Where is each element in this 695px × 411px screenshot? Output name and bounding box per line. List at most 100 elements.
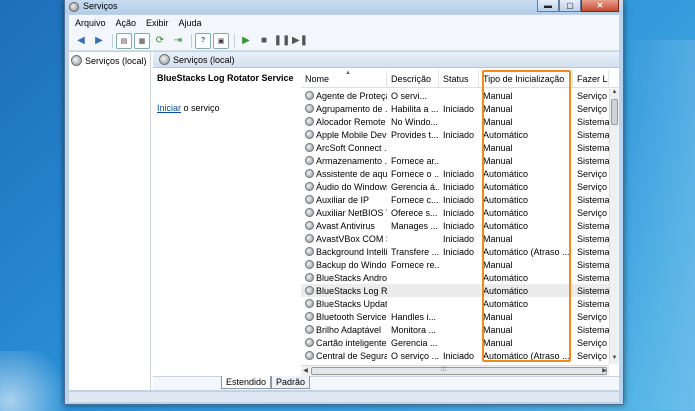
column-header-descricao[interactable]: Descrição	[387, 70, 439, 88]
service-name: Avast Antivirus	[316, 220, 375, 231]
table-row[interactable]: Bluetooth Service Handles i... Manual Servi…	[301, 310, 609, 323]
menu-ajuda[interactable]: Ajuda	[179, 18, 202, 28]
table-row[interactable]: Alocador Remote ... No Windo... Manual Sist…	[301, 115, 609, 128]
service-name-cell: Background Intelli...	[301, 247, 387, 257]
menu-acao[interactable]: Ação	[116, 18, 137, 28]
service-startup-type: Manual	[483, 324, 513, 335]
menu-arquivo[interactable]: Arquivo	[75, 18, 106, 28]
forward-arrow-icon[interactable]: ▶	[91, 33, 107, 49]
service-name: Auxiliar de IP	[316, 194, 370, 205]
help-icon[interactable]: ?	[195, 32, 211, 49]
service-gear-icon	[305, 247, 314, 256]
service-name-cell: BlueStacks Log Ro...	[301, 286, 387, 296]
services-app-icon	[69, 2, 79, 12]
tab-estendido[interactable]: Estendido	[221, 376, 272, 389]
table-row[interactable]: BlueStacks Update... Automático Sistema	[301, 297, 609, 310]
scroll-right-icon[interactable]: ▶	[600, 367, 609, 374]
table-row[interactable]: Agrupamento de ... Habilita a ... Iniciado…	[301, 102, 609, 115]
horizontal-scrollbar[interactable]: ◀ ⁞⁞⁞ ▶	[301, 365, 609, 376]
scroll-up-icon[interactable]: ▲	[610, 89, 619, 98]
show-hide-icon[interactable]: ▣	[213, 32, 229, 49]
service-name: Assistente de aqui...	[316, 168, 387, 179]
export-icon[interactable]: ⇥	[170, 33, 186, 49]
table-row[interactable]: Armazenamento ... Fornece ar... Manual Sist…	[301, 154, 609, 167]
table-row[interactable]: Central de Segura... O serviço ... Iniciad…	[301, 349, 609, 362]
title-bar[interactable]: Serviços ▬ ▢ ✕	[65, 0, 623, 14]
service-description: No Windo...	[391, 116, 439, 127]
table-row[interactable]: Brilho Adaptável Monitora ... Manual Sistem…	[301, 323, 609, 336]
pause-icon[interactable]: ❚❚	[274, 33, 291, 49]
service-status: Iniciado	[443, 129, 475, 140]
table-row[interactable]: Auxiliar de IP Fornece c... Iniciado Automá…	[301, 193, 609, 206]
service-rows: Agente de Proteçã... O servi... Manual Serv…	[301, 89, 609, 362]
service-name: Apple Mobile Devi...	[316, 129, 387, 140]
service-name-cell: Assistente de aqui...	[301, 169, 387, 179]
start-service-link[interactable]: Iniciar	[157, 103, 181, 113]
service-gear-icon	[305, 312, 314, 321]
column-header-nome[interactable]: ▲ Nome	[301, 70, 387, 88]
service-gear-icon	[305, 169, 314, 178]
view-tabs: Estendido Padrão	[153, 376, 619, 390]
column-header-status[interactable]: Status	[439, 70, 479, 88]
maximize-button[interactable]: ▢	[559, 0, 581, 12]
table-row[interactable]: Apple Mobile Devi... Provides t... Iniciad…	[301, 128, 609, 141]
console-tree-icon[interactable]: ▤	[116, 32, 132, 49]
tree-item-label: Serviços (local)	[85, 55, 147, 66]
table-row[interactable]: Cartão inteligente Gerencia ... Manual Serv…	[301, 336, 609, 349]
service-logon-as: Sistema	[577, 116, 609, 127]
service-startup-type: Automático	[483, 272, 529, 283]
table-row[interactable]: Background Intelli... Transfere ... Inicia…	[301, 245, 609, 258]
status-bar	[69, 392, 619, 402]
table-row[interactable]: Backup do Windo... Fornece re... Manual Sis…	[301, 258, 609, 271]
menu-exibir[interactable]: Exibir	[146, 18, 169, 28]
toolbar-separator	[191, 33, 192, 48]
service-gear-icon	[305, 130, 314, 139]
column-header-tipo-inicializacao[interactable]: Tipo de Inicialização	[479, 70, 573, 88]
tab-padrao[interactable]: Padrão	[271, 376, 311, 389]
properties-icon[interactable]: ▦	[134, 32, 150, 49]
service-logon-as: Serviço	[577, 337, 608, 348]
stop-icon[interactable]: ■	[256, 33, 272, 49]
service-name: BlueStacks Androi...	[316, 272, 387, 283]
service-startup-type: Manual	[483, 103, 513, 114]
tree-item-services-local[interactable]: Serviços (local)	[71, 55, 147, 66]
table-row[interactable]: Auxiliar NetBIOS T... Oferece s... Iniciad…	[301, 206, 609, 219]
scroll-down-icon[interactable]: ▼	[610, 355, 619, 364]
service-logon-as: Serviço	[577, 103, 608, 114]
table-row[interactable]: BlueStacks Androi... Automático Sistema	[301, 271, 609, 284]
table-row[interactable]: Áudio do Windows Gerencia á... Iniciado Aut…	[301, 180, 609, 193]
service-gear-icon	[305, 234, 314, 243]
service-startup-type: Automático	[483, 181, 529, 192]
service-name: ArcSoft Connect ...	[316, 142, 387, 153]
close-button[interactable]: ✕	[581, 0, 619, 12]
hscroll-thumb[interactable]	[311, 367, 607, 375]
table-row[interactable]: Agente de Proteçã... O servi... Manual Serv…	[301, 89, 609, 102]
service-gear-icon	[305, 143, 314, 152]
service-logon-as: Serviço	[577, 207, 608, 218]
scroll-left-icon[interactable]: ◀	[301, 367, 310, 374]
service-gear-icon	[305, 286, 314, 295]
vertical-scrollbar[interactable]: ▲ ▼	[609, 89, 619, 364]
service-status: Iniciado	[443, 207, 475, 218]
table-row[interactable]: AvastVBox COM S... Iniciado Manual Sistema	[301, 232, 609, 245]
service-name-cell: Áudio do Windows	[301, 182, 387, 192]
table-row[interactable]: Assistente de aqui... Fornece o ... Inicia…	[301, 167, 609, 180]
service-name-cell: BlueStacks Update...	[301, 299, 387, 309]
back-arrow-icon[interactable]: ◀	[73, 33, 89, 49]
service-description: Transfere ...	[391, 246, 439, 257]
service-status: Iniciado	[443, 194, 475, 205]
service-description: Fornece c...	[391, 194, 439, 205]
service-logon-as: Sistema	[577, 259, 609, 270]
table-row[interactable]: Avast Antivirus Manages ... Iniciado Automá…	[301, 219, 609, 232]
column-header-fazer-logon[interactable]: Fazer Lo	[573, 70, 609, 88]
toolbar-separator	[234, 33, 235, 48]
restart-icon[interactable]: ▶❚	[292, 33, 308, 49]
play-icon[interactable]: ▶	[238, 33, 254, 49]
service-name-cell: AvastVBox COM S...	[301, 234, 387, 244]
service-gear-icon	[305, 273, 314, 282]
minimize-button[interactable]: ▬	[537, 0, 559, 12]
table-row[interactable]: BlueStacks Log Ro... Automático Sistema	[301, 284, 609, 297]
scroll-thumb[interactable]	[611, 99, 618, 125]
table-row[interactable]: ArcSoft Connect ... Manual Sistema	[301, 141, 609, 154]
refresh-icon[interactable]: ⟳	[152, 33, 168, 49]
